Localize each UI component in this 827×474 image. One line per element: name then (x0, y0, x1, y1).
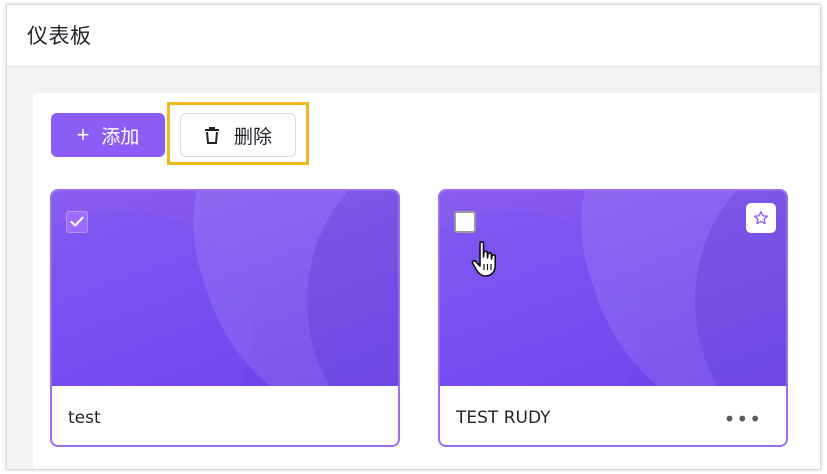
card-thumbnail (440, 191, 786, 386)
add-button[interactable]: + 添加 (51, 113, 165, 157)
card-checkbox[interactable] (454, 211, 476, 233)
hand-pointer-icon (471, 241, 496, 277)
card-thumbnail (52, 191, 398, 386)
star-icon (754, 211, 768, 225)
page-title: 仪表板 (27, 24, 92, 48)
plus-icon: + (76, 122, 90, 147)
header: 仪表板 (7, 5, 820, 67)
card-title: TEST RUDY (456, 408, 551, 428)
delete-button-label: 删除 (233, 126, 272, 148)
check-icon (70, 216, 84, 227)
dashboard-card[interactable]: test (50, 189, 400, 447)
delete-button[interactable]: 删除 (180, 113, 296, 157)
more-horizontal-icon[interactable]: ••• (724, 409, 762, 429)
add-button-label: 添加 (101, 126, 140, 148)
dashboard-card[interactable]: TEST RUDY ••• (438, 189, 788, 447)
trash-icon (204, 127, 219, 144)
card-title: test (68, 408, 101, 428)
card-checkbox[interactable] (66, 211, 88, 233)
favorite-button[interactable] (746, 203, 776, 233)
